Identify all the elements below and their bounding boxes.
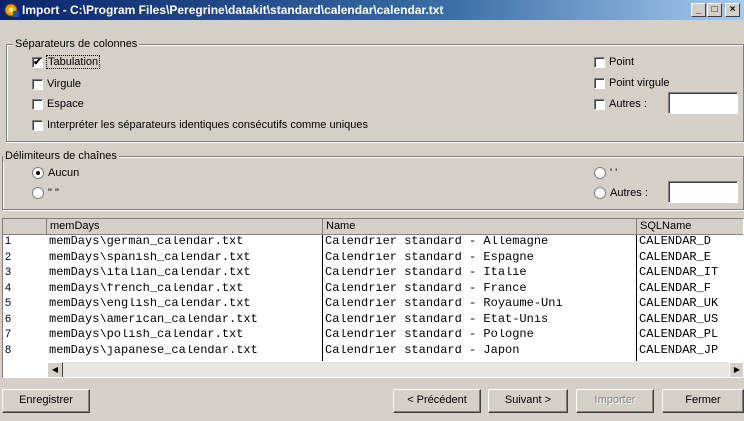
cell-name: Calendrier standard - Allemagne bbox=[325, 236, 549, 247]
column-divider bbox=[322, 235, 323, 361]
delimiter-none-radio[interactable]: Aucun bbox=[32, 167, 79, 179]
semicolon-checkbox-box[interactable] bbox=[594, 77, 605, 89]
horizontal-scrollbar[interactable]: ◀ ▶ bbox=[47, 362, 743, 377]
delimiter-double-quote-radio-dot[interactable] bbox=[32, 187, 44, 199]
column-header-memdays[interactable]: memDays bbox=[47, 219, 323, 235]
comma-label: Virgule bbox=[47, 78, 82, 90]
corner-header bbox=[3, 219, 47, 235]
other-separator-label: Autres : bbox=[609, 98, 647, 110]
close-button[interactable]: × bbox=[725, 3, 740, 17]
cell-sqlname: CALENDAR_UK bbox=[639, 298, 719, 309]
cell-name: Calendrier standard - France bbox=[325, 282, 527, 294]
delimiter-none-label: Aucun bbox=[48, 167, 80, 179]
space-checkbox-box[interactable] bbox=[32, 98, 43, 110]
point-label: Point bbox=[609, 56, 635, 68]
cell-memdays: memDays\italian_calendar.txt bbox=[49, 267, 251, 278]
comma-checkbox[interactable]: Virgule bbox=[32, 78, 81, 90]
cell-memdays: memDays\english_calendar.txt bbox=[49, 298, 251, 309]
cell-name: Calendrier standard - Royaume-Uni bbox=[325, 298, 563, 309]
cell-sqlname: CALENDAR_E bbox=[639, 251, 712, 263]
minimize-icon: _ bbox=[695, 4, 702, 15]
delimiter-single-quote-radio-dot[interactable] bbox=[594, 167, 606, 179]
semicolon-checkbox[interactable]: Point virgule bbox=[594, 77, 670, 89]
cell-sqlname: CALENDAR_D bbox=[639, 236, 712, 247]
delimiter-other-radio[interactable]: Autres : bbox=[594, 187, 648, 199]
gear-icon bbox=[4, 3, 19, 17]
cell-memdays: memDays\japanese_calendar.txt bbox=[49, 344, 258, 356]
arrow-right-icon: ▶ bbox=[733, 365, 741, 374]
cell-name: Calendrier standard - Espagne bbox=[325, 251, 534, 263]
cell-sqlname: CALENDAR_JP bbox=[639, 344, 719, 356]
cell-memdays: memDays\french_calendar.txt bbox=[49, 282, 244, 294]
tab-checkbox-box[interactable]: ✔ bbox=[32, 56, 43, 68]
delimiter-double-quote-label: " " bbox=[48, 187, 59, 199]
string-delimiters-group: Délimiteurs de chaînes bbox=[2, 150, 744, 210]
cell-sqlname: CALENDAR_US bbox=[639, 313, 719, 325]
row-number: 1 bbox=[5, 235, 12, 247]
cell-name: Calendrier standard - Pologne bbox=[325, 329, 534, 340]
column-header-name[interactable]: Name bbox=[323, 219, 637, 235]
column-separators-legend: Séparateurs de colonnes bbox=[13, 38, 140, 50]
cell-name: Calendrier standard - Italie bbox=[325, 267, 527, 278]
consecutive-checkbox-box[interactable] bbox=[32, 119, 43, 131]
other-separator-checkbox-box[interactable] bbox=[594, 98, 605, 110]
cell-memdays: memDays\spanish_calendar.txt bbox=[49, 251, 251, 263]
close-icon: × bbox=[729, 4, 736, 15]
cell-sqlname: CALENDAR_PL bbox=[639, 329, 719, 340]
cell-sqlname: CALENDAR_IT bbox=[639, 267, 719, 278]
previous-button[interactable]: < Précédent bbox=[393, 389, 481, 413]
scroll-right-button[interactable]: ▶ bbox=[729, 362, 743, 377]
other-separator-checkbox[interactable]: Autres : bbox=[594, 98, 647, 110]
tab-checkbox[interactable]: ✔ Tabulation bbox=[32, 55, 101, 69]
comma-checkbox-box[interactable] bbox=[32, 78, 43, 90]
point-checkbox[interactable]: Point bbox=[594, 56, 634, 68]
delimiter-other-label: Autres : bbox=[610, 187, 648, 199]
delimiter-other-radio-dot[interactable] bbox=[594, 187, 606, 199]
other-separator-input[interactable] bbox=[668, 92, 738, 114]
space-label: Espace bbox=[47, 98, 84, 110]
column-divider bbox=[636, 235, 637, 361]
next-button[interactable]: Suivant > bbox=[488, 389, 568, 413]
row-number: 3 bbox=[5, 266, 12, 278]
consecutive-label: Interpréter les séparateurs identiques c… bbox=[47, 119, 369, 131]
close-dialog-button[interactable]: Fermer bbox=[662, 389, 744, 413]
cell-memdays: memDays\polish_calendar.txt bbox=[49, 329, 244, 340]
row-number: 5 bbox=[5, 297, 12, 309]
import-button[interactable]: Importer bbox=[576, 389, 654, 413]
space-checkbox[interactable]: Espace bbox=[32, 98, 84, 110]
scroll-left-button[interactable]: ◀ bbox=[47, 362, 63, 377]
arrow-left-icon: ◀ bbox=[51, 365, 59, 374]
maximize-icon: □ bbox=[711, 4, 718, 15]
consecutive-checkbox[interactable]: Interpréter les séparateurs identiques c… bbox=[32, 119, 368, 131]
preview-table[interactable]: memDays Name SQLName 1 memDays\german_cal… bbox=[2, 218, 744, 378]
minimize-button[interactable]: _ bbox=[691, 3, 706, 17]
window-title: Import - C:\Program Files\Peregrine\data… bbox=[22, 3, 444, 17]
maximize-button[interactable]: □ bbox=[707, 3, 722, 17]
cell-memdays: memDays\german_calendar.txt bbox=[49, 236, 244, 247]
tab-label: Tabulation bbox=[45, 55, 101, 69]
row-number: 8 bbox=[5, 343, 12, 356]
cell-name: Calendrier standard - Japon bbox=[325, 344, 520, 356]
title-bar[interactable]: Import - C:\Program Files\Peregrine\data… bbox=[0, 0, 744, 20]
cell-sqlname: CALENDAR_F bbox=[639, 282, 712, 294]
cell-memdays: memDays\american_calendar.txt bbox=[49, 313, 258, 325]
delimiter-single-quote-radio[interactable]: ' ' bbox=[594, 167, 617, 179]
string-delimiters-legend: Délimiteurs de chaînes bbox=[3, 150, 119, 162]
delimiter-none-radio-dot[interactable] bbox=[32, 167, 44, 179]
semicolon-label: Point virgule bbox=[609, 77, 670, 89]
cell-name: Calendrier standard - Etat-Unis bbox=[325, 313, 549, 325]
save-button[interactable]: Enregistrer bbox=[2, 389, 90, 413]
column-header-sqlname[interactable]: SQLName bbox=[637, 219, 743, 235]
point-checkbox-box[interactable] bbox=[594, 56, 605, 68]
delimiter-other-input[interactable] bbox=[668, 181, 738, 203]
row-number: 7 bbox=[5, 328, 12, 340]
delimiter-double-quote-radio[interactable]: " " bbox=[32, 187, 59, 199]
delimiter-single-quote-label: ' ' bbox=[610, 167, 618, 179]
